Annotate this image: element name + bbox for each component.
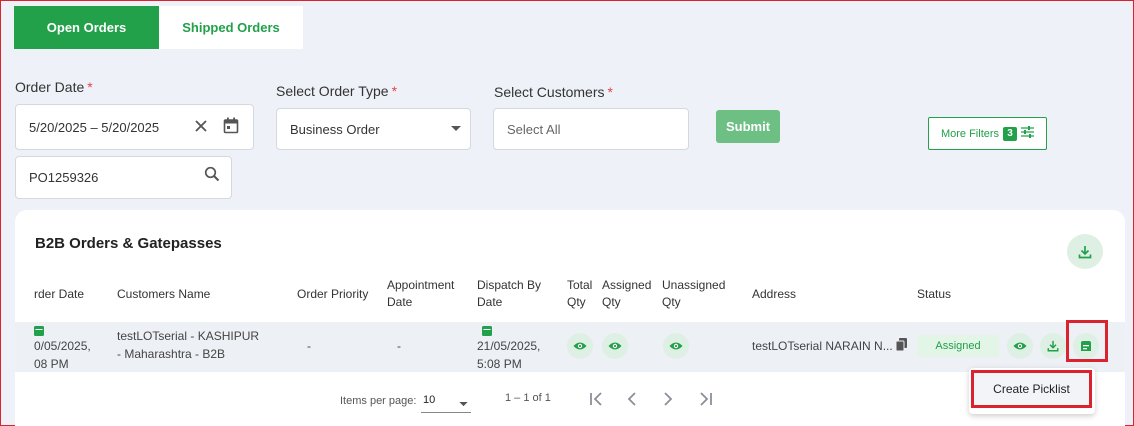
eye-icon — [573, 342, 587, 350]
view-unassigned-qty-button[interactable] — [663, 333, 689, 359]
row-dispatch-date: 21/05/2025, 5:08 PM — [477, 339, 541, 371]
header-order-date: rder Date — [34, 287, 85, 301]
eye-icon — [608, 342, 622, 350]
context-menu: Create Picklist — [969, 368, 1095, 414]
view-assigned-qty-button[interactable] — [602, 333, 628, 359]
eye-icon — [669, 342, 683, 350]
items-per-page-select[interactable]: 10 — [421, 388, 471, 413]
row-customer-name: testLOTserial - KASHIPUR - Maharashtra - … — [117, 329, 260, 361]
download-order-button[interactable] — [1040, 333, 1066, 359]
row-address: testLOTserial NARAIN N... — [752, 339, 893, 353]
order-date-range-input[interactable]: 5/20/2025 – 5/20/2025 — [15, 104, 254, 150]
header-dispatch-by-date: Dispatch By Date — [477, 278, 542, 309]
sliders-icon — [1021, 126, 1035, 141]
download-all-button[interactable] — [1067, 234, 1103, 269]
highlight-box — [1066, 320, 1108, 362]
last-page-icon[interactable] — [697, 392, 713, 411]
pager-range: 1 – 1 of 1 — [505, 392, 551, 404]
header-assigned-qty: Assigned Qty — [602, 278, 652, 309]
header-address: Address — [752, 287, 797, 301]
customers-placeholder: Select All — [507, 121, 561, 137]
header-order-priority: Order Priority — [297, 287, 369, 301]
view-total-qty-button[interactable] — [567, 333, 593, 359]
more-filters-button[interactable]: More Filters 3 — [928, 117, 1047, 150]
order-date-value: 5/20/2025 – 5/20/2025 — [29, 119, 160, 135]
row-appointment-date: - — [397, 339, 401, 353]
eye-icon — [1013, 342, 1027, 350]
first-page-icon[interactable] — [589, 392, 605, 411]
clear-icon[interactable] — [193, 118, 209, 137]
prev-page-icon[interactable] — [627, 392, 637, 411]
customers-label: Select Customers * — [494, 84, 613, 100]
header-appointment-date: Appointment Date — [387, 278, 455, 309]
download-icon — [1047, 340, 1059, 352]
create-picklist-menu-item[interactable]: Create Picklist — [971, 370, 1092, 408]
card-title: B2B Orders & Gatepasses — [35, 235, 222, 252]
order-date-label: Order Date * — [15, 79, 93, 95]
row-order-priority: - — [307, 339, 311, 353]
download-icon — [1078, 245, 1092, 258]
caret-down-icon — [451, 120, 461, 135]
items-per-page-value: 10 — [423, 394, 436, 406]
filter-count-badge: 3 — [1003, 126, 1018, 141]
header-unassigned-qty: Unassigned Qty — [662, 278, 726, 309]
search-icon[interactable] — [204, 166, 220, 185]
header-total-qty: Total Qty — [567, 278, 593, 309]
status-badge: Assigned — [917, 335, 999, 357]
view-order-button[interactable] — [1007, 333, 1033, 359]
order-type-select[interactable]: Business Order — [276, 108, 471, 150]
caret-down-icon — [459, 398, 468, 410]
header-status: Status — [917, 287, 952, 301]
tab-open-orders[interactable]: Open Orders — [14, 6, 159, 49]
order-type-value: Business Order — [290, 121, 380, 137]
row-order-date: 0/05/2025, 08 PM — [34, 339, 91, 371]
next-page-icon[interactable] — [663, 392, 673, 411]
more-filters-label: More Filters — [940, 127, 1000, 140]
search-input[interactable]: PO1259326 — [15, 156, 232, 199]
order-type-label: Select Order Type * — [276, 83, 398, 99]
copy-icon[interactable] — [895, 338, 907, 356]
submit-button[interactable]: Submit — [716, 110, 780, 143]
customers-select[interactable]: Select All — [493, 108, 689, 150]
header-customers-name: Customers Name — [117, 287, 211, 301]
calendar-icon[interactable] — [223, 117, 239, 137]
items-per-page-label: Items per page: — [340, 395, 417, 407]
search-value: PO1259326 — [29, 170, 99, 185]
orders-card: B2B Orders & Gatepasses rder Date Custom… — [15, 210, 1125, 426]
tab-shipped-orders[interactable]: Shipped Orders — [159, 6, 303, 49]
